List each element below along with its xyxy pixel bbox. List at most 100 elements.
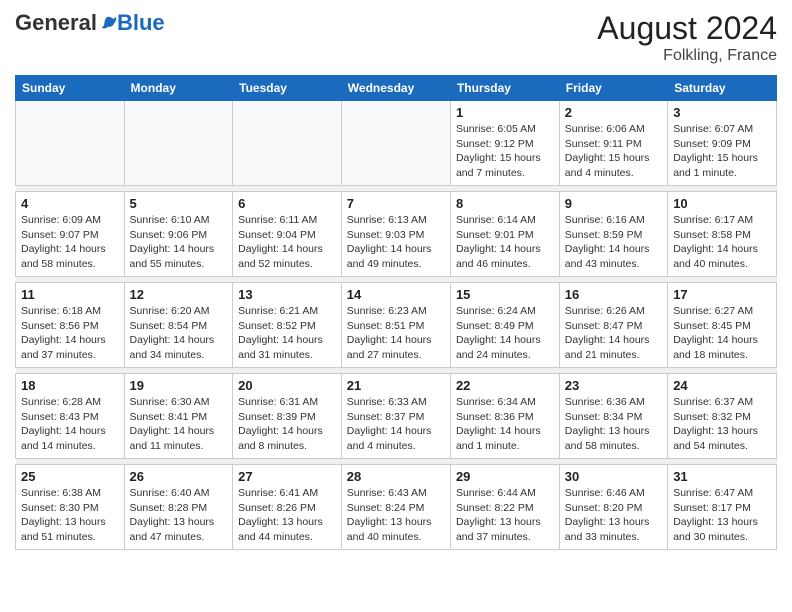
calendar-week-5: 25Sunrise: 6:38 AM Sunset: 8:30 PM Dayli… (16, 465, 777, 550)
logo-blue: Blue (117, 10, 165, 36)
day-number: 2 (565, 105, 662, 120)
day-info: Sunrise: 6:14 AM Sunset: 9:01 PM Dayligh… (456, 213, 554, 272)
day-info: Sunrise: 6:26 AM Sunset: 8:47 PM Dayligh… (565, 304, 662, 363)
calendar-cell-3-6: 24 Sunrise: 6:37 AM Sunset: 8:32 PM Dayli… (668, 374, 777, 459)
page-header: General Blue August 2024 Folkling, Franc… (15, 10, 777, 65)
day-info: Sunrise: 6:24 AM Sunset: 8:49 PM Dayligh… (456, 304, 554, 363)
calendar-cell-4-5: 30 Sunrise: 6:46 AM Sunset: 8:20 PM Dayli… (559, 465, 667, 550)
day-number: 7 (347, 196, 445, 211)
calendar-week-4: 18 Sunrise: 6:28 AM Sunset: 8:43 PM Dayli… (16, 374, 777, 459)
header-sunday: Sunday (16, 76, 125, 101)
title-block: August 2024 Folkling, France (597, 10, 777, 65)
calendar-table: Sunday Monday Tuesday Wednesday Thursday… (15, 75, 777, 550)
header-saturday: Saturday (668, 76, 777, 101)
day-info: Sunrise: 6:44 AM Sunset: 8:22 PM Dayligh… (456, 486, 554, 545)
day-number: 10 (673, 196, 771, 211)
day-number: 21 (347, 378, 445, 393)
day-info: Sunrise: 6:41 AM Sunset: 8:26 PM Dayligh… (238, 486, 336, 545)
day-number: 29 (456, 469, 554, 484)
day-number: 22 (456, 378, 554, 393)
calendar-cell-4-4: 29 Sunrise: 6:44 AM Sunset: 8:22 PM Dayli… (450, 465, 559, 550)
calendar-cell-3-1: 19 Sunrise: 6:30 AM Sunset: 8:41 PM Dayli… (124, 374, 233, 459)
header-friday: Friday (559, 76, 667, 101)
day-number: 14 (347, 287, 445, 302)
day-number: 6 (238, 196, 336, 211)
day-info: Sunrise: 6:27 AM Sunset: 8:45 PM Dayligh… (673, 304, 771, 363)
day-number: 17 (673, 287, 771, 302)
day-info: Sunrise: 6:20 AM Sunset: 8:54 PM Dayligh… (130, 304, 228, 363)
day-info: Sunrise: 6:07 AM Sunset: 9:09 PM Dayligh… (673, 122, 771, 181)
calendar-cell-0-1 (124, 101, 233, 186)
calendar-cell-1-5: 9Sunrise: 6:16 AM Sunset: 8:59 PM Daylig… (559, 192, 667, 277)
day-number: 16 (565, 287, 662, 302)
month-year-title: August 2024 (597, 10, 777, 47)
day-info: Sunrise: 6:43 AM Sunset: 8:24 PM Dayligh… (347, 486, 445, 545)
day-number: 31 (673, 469, 771, 484)
calendar-cell-2-4: 15 Sunrise: 6:24 AM Sunset: 8:49 PM Dayli… (450, 283, 559, 368)
day-number: 5 (130, 196, 228, 211)
day-number: 26 (130, 469, 228, 484)
day-number: 12 (130, 287, 228, 302)
calendar-week-2: 4Sunrise: 6:09 AM Sunset: 9:07 PM Daylig… (16, 192, 777, 277)
day-info: Sunrise: 6:17 AM Sunset: 8:58 PM Dayligh… (673, 213, 771, 272)
day-info: Sunrise: 6:11 AM Sunset: 9:04 PM Dayligh… (238, 213, 336, 272)
calendar-cell-0-5: 2 Sunrise: 6:06 AM Sunset: 9:11 PM Daylig… (559, 101, 667, 186)
day-info: Sunrise: 6:05 AM Sunset: 9:12 PM Dayligh… (456, 122, 554, 181)
day-info: Sunrise: 6:18 AM Sunset: 8:56 PM Dayligh… (21, 304, 119, 363)
calendar-cell-4-2: 27Sunrise: 6:41 AM Sunset: 8:26 PM Dayli… (233, 465, 342, 550)
header-wednesday: Wednesday (341, 76, 450, 101)
day-info: Sunrise: 6:34 AM Sunset: 8:36 PM Dayligh… (456, 395, 554, 454)
calendar-cell-4-6: 31 Sunrise: 6:47 AM Sunset: 8:17 PM Dayli… (668, 465, 777, 550)
day-number: 20 (238, 378, 336, 393)
day-info: Sunrise: 6:28 AM Sunset: 8:43 PM Dayligh… (21, 395, 119, 454)
day-info: Sunrise: 6:31 AM Sunset: 8:39 PM Dayligh… (238, 395, 336, 454)
day-number: 11 (21, 287, 119, 302)
logo-general: General (15, 10, 97, 36)
calendar-cell-1-0: 4Sunrise: 6:09 AM Sunset: 9:07 PM Daylig… (16, 192, 125, 277)
day-info: Sunrise: 6:37 AM Sunset: 8:32 PM Dayligh… (673, 395, 771, 454)
calendar-cell-1-4: 8 Sunrise: 6:14 AM Sunset: 9:01 PM Daylig… (450, 192, 559, 277)
day-number: 19 (130, 378, 228, 393)
day-number: 30 (565, 469, 662, 484)
location-subtitle: Folkling, France (597, 47, 777, 65)
calendar-cell-1-1: 5 Sunrise: 6:10 AM Sunset: 9:06 PM Daylig… (124, 192, 233, 277)
calendar-cell-4-1: 26Sunrise: 6:40 AM Sunset: 8:28 PM Dayli… (124, 465, 233, 550)
day-number: 18 (21, 378, 119, 393)
calendar-week-1: 1 Sunrise: 6:05 AM Sunset: 9:12 PM Daylig… (16, 101, 777, 186)
calendar-cell-3-5: 23Sunrise: 6:36 AM Sunset: 8:34 PM Dayli… (559, 374, 667, 459)
calendar-cell-2-6: 17 Sunrise: 6:27 AM Sunset: 8:45 PM Dayli… (668, 283, 777, 368)
day-info: Sunrise: 6:23 AM Sunset: 8:51 PM Dayligh… (347, 304, 445, 363)
calendar-cell-0-3 (341, 101, 450, 186)
day-info: Sunrise: 6:10 AM Sunset: 9:06 PM Dayligh… (130, 213, 228, 272)
calendar-cell-0-4: 1 Sunrise: 6:05 AM Sunset: 9:12 PM Daylig… (450, 101, 559, 186)
calendar-header-row: Sunday Monday Tuesday Wednesday Thursday… (16, 76, 777, 101)
logo-bird-icon (99, 14, 117, 32)
calendar-cell-2-0: 11 Sunrise: 6:18 AM Sunset: 8:56 PM Dayli… (16, 283, 125, 368)
day-info: Sunrise: 6:13 AM Sunset: 9:03 PM Dayligh… (347, 213, 445, 272)
calendar-cell-1-6: 10 Sunrise: 6:17 AM Sunset: 8:58 PM Dayli… (668, 192, 777, 277)
header-monday: Monday (124, 76, 233, 101)
calendar-cell-3-4: 22 Sunrise: 6:34 AM Sunset: 8:36 PM Dayli… (450, 374, 559, 459)
day-number: 28 (347, 469, 445, 484)
day-number: 24 (673, 378, 771, 393)
day-info: Sunrise: 6:38 AM Sunset: 8:30 PM Dayligh… (21, 486, 119, 545)
calendar-cell-2-1: 12 Sunrise: 6:20 AM Sunset: 8:54 PM Dayli… (124, 283, 233, 368)
day-number: 23 (565, 378, 662, 393)
day-info: Sunrise: 6:47 AM Sunset: 8:17 PM Dayligh… (673, 486, 771, 545)
day-info: Sunrise: 6:09 AM Sunset: 9:07 PM Dayligh… (21, 213, 119, 272)
calendar-cell-4-3: 28 Sunrise: 6:43 AM Sunset: 8:24 PM Dayli… (341, 465, 450, 550)
day-info: Sunrise: 6:21 AM Sunset: 8:52 PM Dayligh… (238, 304, 336, 363)
header-thursday: Thursday (450, 76, 559, 101)
day-number: 15 (456, 287, 554, 302)
day-info: Sunrise: 6:46 AM Sunset: 8:20 PM Dayligh… (565, 486, 662, 545)
calendar-cell-3-3: 21Sunrise: 6:33 AM Sunset: 8:37 PM Dayli… (341, 374, 450, 459)
calendar-cell-2-3: 14 Sunrise: 6:23 AM Sunset: 8:51 PM Dayli… (341, 283, 450, 368)
day-number: 8 (456, 196, 554, 211)
day-info: Sunrise: 6:30 AM Sunset: 8:41 PM Dayligh… (130, 395, 228, 454)
day-number: 1 (456, 105, 554, 120)
calendar-cell-1-2: 6 Sunrise: 6:11 AM Sunset: 9:04 PM Daylig… (233, 192, 342, 277)
logo: General Blue (15, 10, 165, 36)
calendar-cell-0-2 (233, 101, 342, 186)
day-info: Sunrise: 6:06 AM Sunset: 9:11 PM Dayligh… (565, 122, 662, 181)
calendar-week-3: 11 Sunrise: 6:18 AM Sunset: 8:56 PM Dayli… (16, 283, 777, 368)
